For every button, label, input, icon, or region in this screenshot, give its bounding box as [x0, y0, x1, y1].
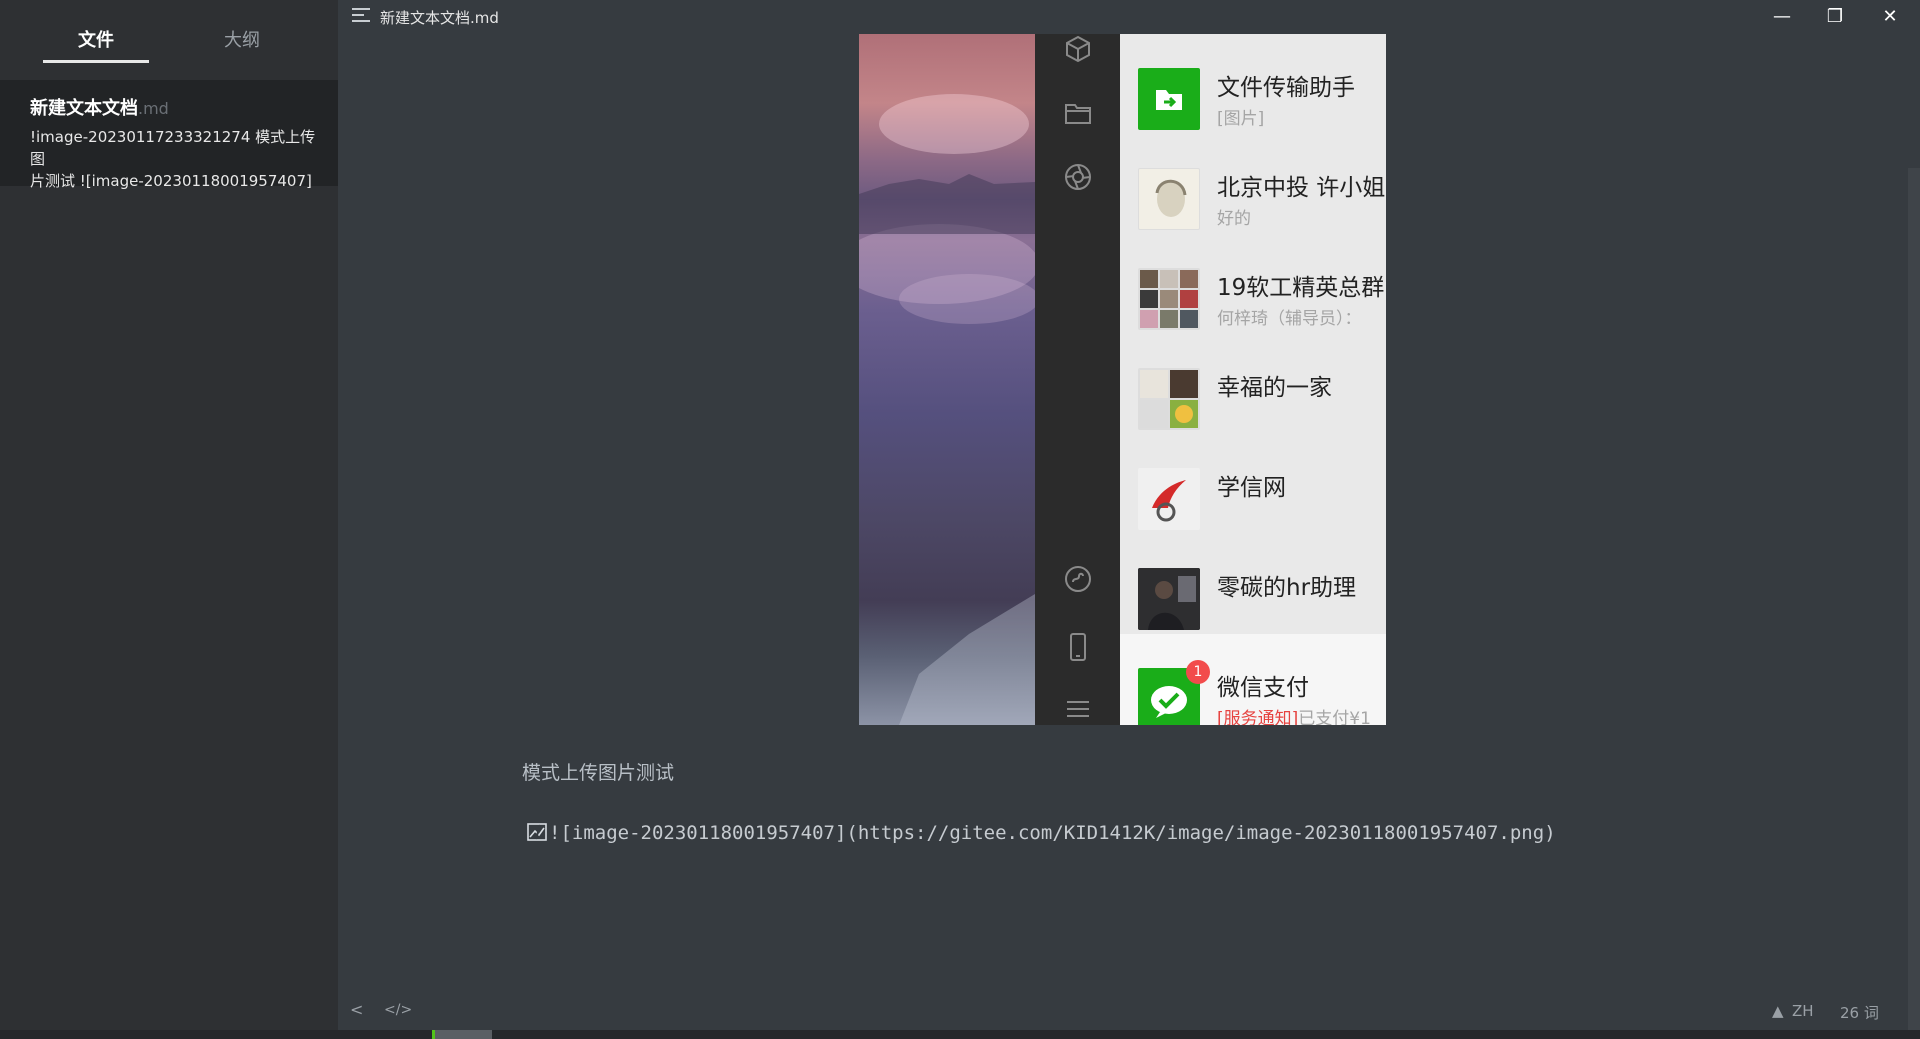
folder-icon[interactable]	[1063, 98, 1093, 128]
chat-preview: 何梓琦（辅导员）：	[1217, 309, 1362, 329]
tab-outline[interactable]: 大纲	[189, 26, 295, 52]
chat-item[interactable]: 学信网	[1120, 434, 1386, 534]
tab-files[interactable]: 文件	[43, 26, 149, 52]
active-tab-indicator	[43, 60, 149, 63]
chat-name: 微信支付	[1217, 675, 1309, 701]
chat-name: 零碳的hr助理	[1217, 575, 1357, 601]
hamburger-menu-icon[interactable]	[1063, 694, 1093, 724]
broken-image-icon	[527, 823, 547, 841]
file-item-ext: .md	[138, 99, 169, 118]
embedded-screenshot-image: 文件传输助手 [图片] 北京中投 许小姐 好的 19软工精英总群 何梓琦（辅导员…	[859, 34, 1386, 725]
back-arrow-icon[interactable]: <	[350, 1000, 363, 1019]
source-code-toggle-icon[interactable]: </>	[384, 1002, 412, 1018]
chat-item[interactable]: 幸福的一家	[1120, 334, 1386, 434]
chat-preview-text: 已支付¥1	[1298, 709, 1371, 725]
language-indicator[interactable]: ZH	[1792, 1002, 1814, 1020]
chat-list: 文件传输助手 [图片] 北京中投 许小姐 好的 19软工精英总群 何梓琦（辅导员…	[1120, 34, 1386, 725]
document-title: 新建文本文档.md	[380, 9, 499, 27]
word-count[interactable]: 26 词	[1840, 1002, 1879, 1023]
file-list-item[interactable]: 新建文本文档.md !image-20230117233321274 模式上传图…	[0, 80, 338, 190]
chat-preview: [服务通知]已支付¥1	[1217, 704, 1371, 725]
chat-name: 文件传输助手	[1217, 75, 1355, 101]
image-markdown-text: ![image-20230118001957407](https://gitee…	[549, 822, 1556, 844]
file-item-title: 新建文本文档.md	[30, 94, 324, 120]
sidebar-tabs: 文件 大纲	[0, 0, 338, 78]
chat-preview: 好的	[1217, 209, 1251, 229]
sketch-avatar	[1138, 168, 1200, 230]
close-button[interactable]: ✕	[1864, 0, 1916, 32]
cube-icon[interactable]	[1063, 34, 1093, 64]
file-excerpt-line: !image-20230117233321274 模式上传图	[30, 128, 316, 168]
chat-name: 幸福的一家	[1217, 375, 1332, 401]
chat-item[interactable]: 文件传输助手 [图片]	[1120, 34, 1386, 134]
mountain-wallpaper	[859, 34, 1039, 725]
wechat-side-toolbar	[1035, 34, 1120, 725]
xuexin-logo-avatar	[1138, 468, 1200, 530]
aperture-icon[interactable]	[1063, 162, 1093, 192]
chat-item[interactable]: 零碳的hr助理	[1120, 534, 1386, 634]
chat-name: 北京中投 许小姐	[1217, 175, 1386, 201]
unread-badge: 1	[1186, 660, 1210, 684]
phone-icon[interactable]	[1063, 632, 1093, 662]
file-item-excerpt: !image-20230117233321274 模式上传图 片测试 ![ima…	[30, 126, 324, 192]
minimize-button[interactable]: —	[1756, 0, 1808, 32]
document-menu-icon[interactable]	[352, 8, 370, 22]
image-markdown-source[interactable]: ![image-20230118001957407](https://gitee…	[527, 822, 1556, 844]
title-bar: 新建文本文档.md — ❐ ✕	[338, 0, 1920, 32]
vertical-scrollbar[interactable]	[1908, 168, 1920, 1030]
taskbar-strip	[0, 1030, 1920, 1039]
chat-name: 学信网	[1217, 475, 1286, 501]
chat-item[interactable]: 1 微信支付 [服务通知]已支付¥1	[1120, 634, 1386, 725]
document-paragraph[interactable]: 模式上传图片测试	[522, 758, 674, 785]
mini-program-icon[interactable]	[1063, 564, 1093, 594]
sidebar: 文件 大纲 新建文本文档.md !image-20230117233321274…	[0, 0, 338, 1039]
file-transfer-avatar	[1138, 68, 1200, 130]
chat-preview: [图片]	[1217, 109, 1265, 129]
family-group-avatar	[1138, 368, 1200, 430]
file-excerpt-line: 片测试 ![image-20230118001957407]	[30, 172, 312, 190]
file-item-name: 新建文本文档	[30, 98, 138, 119]
warning-icon[interactable]: ▲	[1772, 1002, 1784, 1020]
chat-item[interactable]: 北京中投 许小姐 好的	[1120, 134, 1386, 234]
photo-avatar	[1138, 568, 1200, 630]
chat-preview-tag: [服务通知]	[1217, 709, 1299, 725]
chat-name: 19软工精英总群	[1217, 275, 1385, 301]
restore-button[interactable]: ❐	[1809, 0, 1861, 32]
group-avatar	[1138, 268, 1200, 330]
chat-item[interactable]: 19软工精英总群 何梓琦（辅导员）：	[1120, 234, 1386, 334]
taskbar-active-item[interactable]	[432, 1030, 492, 1039]
